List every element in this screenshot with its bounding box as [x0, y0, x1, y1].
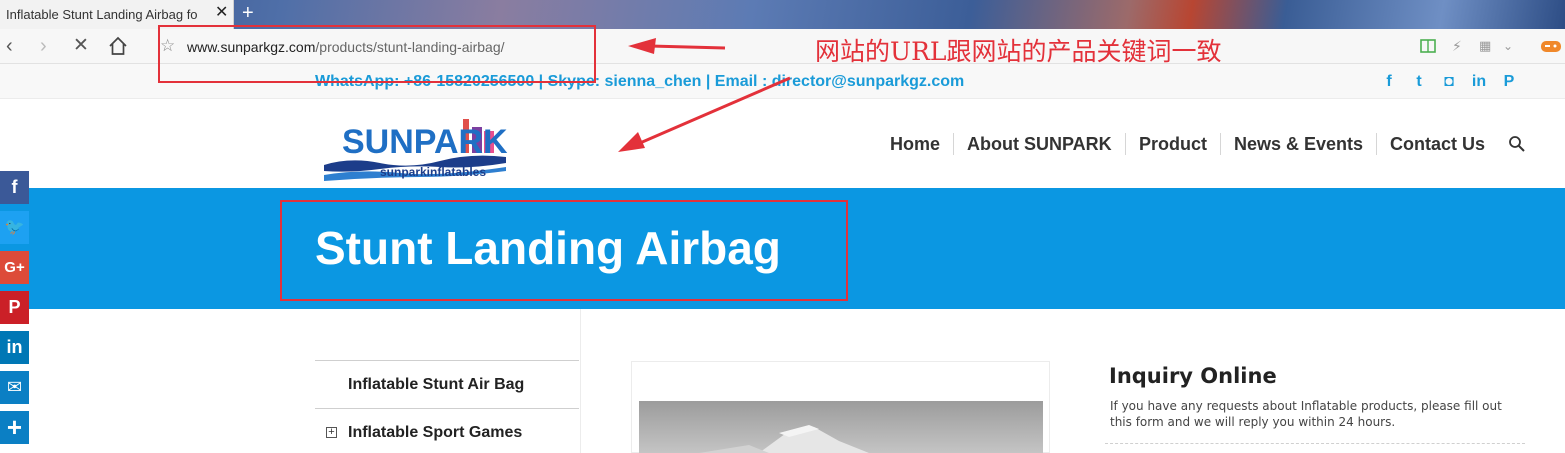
annotation-arrows: [618, 38, 791, 152]
